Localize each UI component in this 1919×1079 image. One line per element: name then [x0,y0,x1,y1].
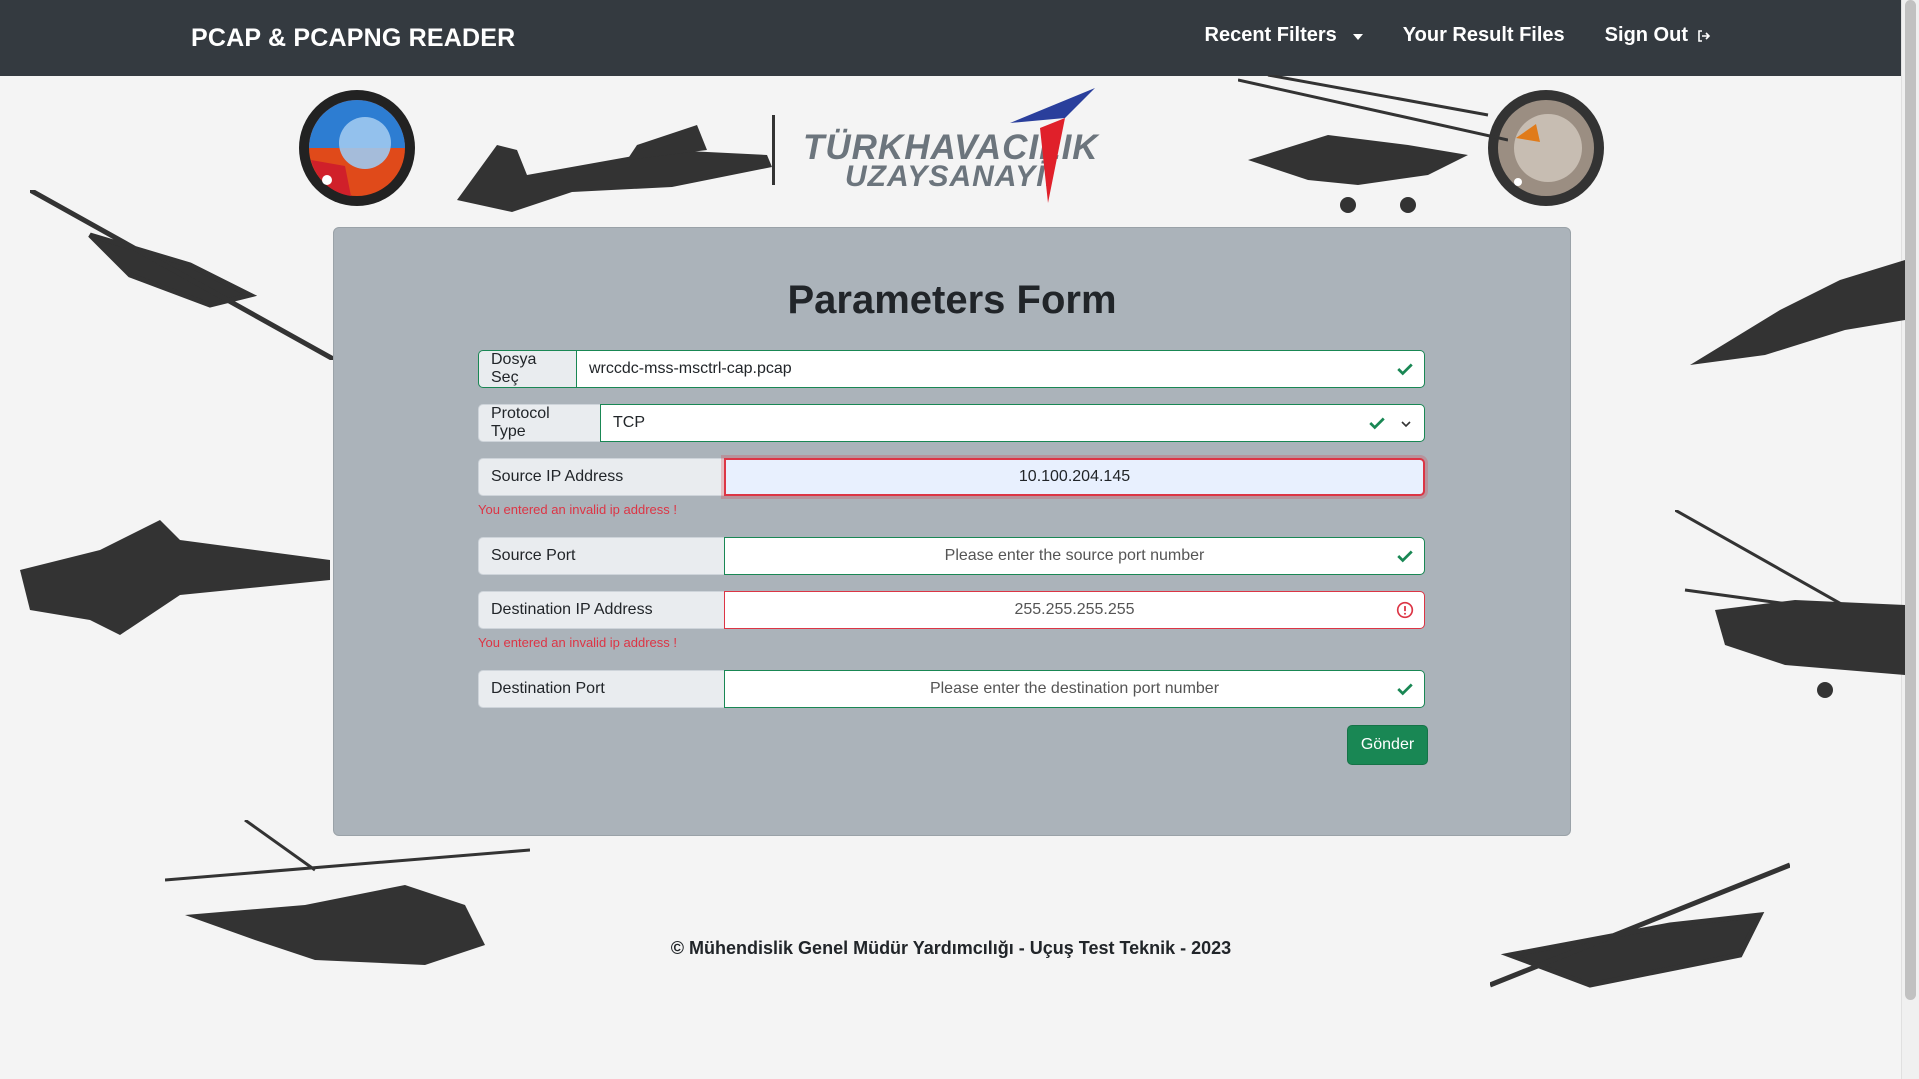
attack-helicopter-silhouette [1238,75,1508,213]
protocol-select[interactable]: TCP [600,404,1425,442]
file-input[interactable]: wrccdc-mss-msctrl-cap.pcap [576,350,1425,388]
turboprop-silhouette [457,115,775,212]
valid-check-icon [1397,363,1413,376]
source-ip-input[interactable]: 10.100.204.145 [724,458,1425,496]
source-port-placeholder: Please enter the source port number [944,547,1205,564]
attack-helicopter-silhouette-right [1675,510,1905,698]
dest-port-input[interactable]: Please enter the destination port number [724,670,1425,708]
uav-silhouette-left [30,190,335,360]
dest-ip-label: Destination IP Address [478,591,724,629]
source-port-row: Source Port Please enter the source port… [478,537,1425,575]
sign-out-icon [1698,29,1711,42]
recent-filters-label: Recent Filters [1204,24,1337,46]
uav-silhouette-right [1490,862,1790,988]
fighter-jet-silhouette-left [20,520,330,635]
dest-ip-row: Destination IP Address 255.255.255.255 [478,591,1425,629]
recent-filters-dropdown[interactable]: Recent Filters [1205,24,1363,47]
jet-silhouette-right-top [1690,260,1905,365]
scrollbar-thumb[interactable] [1905,0,1916,1000]
choose-file-button[interactable]: Dosya Seç [478,350,576,388]
protocol-row: Protocol Type TCP [478,404,1425,442]
source-ip-error: You entered an invalid ip address ! [478,502,677,517]
protocol-label: Protocol Type [478,404,600,442]
form-title: Parameters Form [787,278,1117,322]
source-ip-label: Source IP Address [478,458,724,496]
source-ip-value: 10.100.204.145 [1018,468,1131,485]
app-brand[interactable]: PCAP & PCAPNG READER [191,24,515,53]
parameters-form-card: Parameters Form Dosya Seç wrccdc-mss-msc… [333,227,1571,836]
top-navbar: PCAP & PCAPNG READER Recent Filters Your… [0,0,1902,76]
caret-down-icon [1352,33,1363,40]
sign-out-label: Sign Out [1604,24,1688,46]
page-footer: © Mühendislik Genel Müdür Yardımcılığı -… [670,938,1232,958]
dest-port-placeholder: Please enter the destination port number [929,680,1220,697]
dest-port-label: Destination Port [478,670,724,708]
file-row: Dosya Seç wrccdc-mss-msctrl-cap.pcap [478,350,1425,388]
submit-button[interactable]: Gönder [1347,725,1428,765]
valid-check-icon [1397,683,1413,696]
source-port-label: Source Port [478,537,724,575]
protocol-value: TCP [613,414,645,431]
source-ip-row: Source IP Address 10.100.204.145 [478,458,1425,496]
result-files-link[interactable]: Your Result Files [1403,24,1565,47]
dest-port-row: Destination Port Please enter the destin… [478,670,1425,708]
dest-ip-error: You entered an invalid ip address ! [478,635,677,650]
sign-out-link[interactable]: Sign Out [1605,24,1712,47]
tusas-logo-mark [1010,88,1095,203]
chevron-down-icon [1401,421,1411,428]
valid-check-icon [1397,550,1413,563]
valid-check-icon [1369,417,1385,430]
dest-ip-placeholder: 255.255.255.255 [1014,601,1135,618]
source-port-input[interactable]: Please enter the source port number [724,537,1425,575]
file-name: wrccdc-mss-msctrl-cap.pcap [589,360,792,377]
nav-links: Recent Filters Your Result Files Sign Ou… [1205,24,1712,47]
dest-ip-input[interactable]: 255.255.255.255 [724,591,1425,629]
error-alert-icon [1396,601,1414,619]
